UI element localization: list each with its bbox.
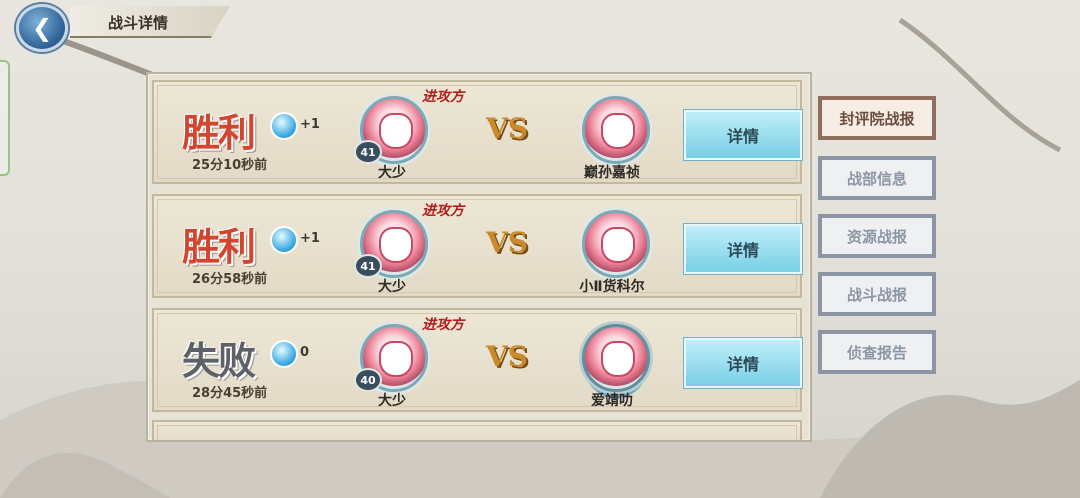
vs-label: VS — [486, 112, 528, 145]
top-bar: ❮ 战斗详情 — [0, 0, 240, 52]
attacker-level: 41 — [354, 254, 382, 278]
gem-change: +1 — [300, 231, 320, 246]
gem-icon — [270, 340, 298, 368]
vs-label: VS — [486, 226, 528, 259]
attacker-label: 进攻方 — [422, 317, 464, 333]
side-tab-warband-info[interactable]: 战部信息 — [818, 156, 936, 200]
battle-list-panel[interactable]: 胜利 +1 25分10秒前 进攻方 41 VS 大少 巅孙嘉祯 详情 胜利 +1… — [146, 72, 812, 442]
battle-row: 失败 0 28分45秒前 进攻方 40 VS 大少 爱靖叻 详情 — [152, 308, 802, 412]
battle-row: 胜利 +1 26分58秒前 进攻方 41 VS 大少 小Ⅱ货科尔 详情 — [152, 194, 802, 298]
page-title: 战斗详情 — [108, 14, 169, 32]
side-tab-scout-report[interactable]: 侦查报告 — [818, 330, 936, 374]
defender-name: 巅孙嘉祯 — [584, 165, 640, 181]
defender-avatar[interactable] — [582, 96, 650, 164]
battle-time: 28分45秒前 — [192, 386, 268, 401]
attacker-name: 大少 — [378, 279, 406, 295]
battle-result: 失败 — [182, 338, 256, 383]
detail-button[interactable]: 详情 — [684, 110, 802, 160]
gem-icon — [270, 112, 298, 140]
attacker-label: 进攻方 — [422, 89, 464, 105]
attacker-name: 大少 — [378, 393, 406, 409]
attacker-level: 41 — [354, 140, 382, 164]
battle-result: 胜利 — [182, 224, 256, 269]
attacker-level: 40 — [354, 368, 382, 392]
defender-avatar[interactable] — [582, 210, 650, 278]
detail-button[interactable]: 详情 — [684, 224, 802, 274]
battle-row: 胜利 +1 25分10秒前 进攻方 41 VS 大少 巅孙嘉祯 详情 — [152, 80, 802, 184]
battle-time: 26分58秒前 — [192, 272, 268, 287]
side-tab-fengping-report[interactable]: 封评院战报 — [818, 96, 936, 140]
vs-label: VS — [486, 340, 528, 373]
battle-result: 胜利 — [182, 110, 256, 155]
side-tab-battle-report[interactable]: 战斗战报 — [818, 272, 936, 316]
left-edge-tab[interactable] — [0, 60, 10, 176]
battle-row — [152, 420, 802, 440]
defender-name: 小Ⅱ货科尔 — [579, 279, 645, 295]
attacker-name: 大少 — [378, 165, 406, 181]
back-button[interactable]: ❮ — [16, 4, 68, 52]
side-tab-resource-report[interactable]: 资源战报 — [818, 214, 936, 258]
back-arrow-icon: ❮ — [31, 14, 53, 42]
gem-icon — [270, 226, 298, 254]
detail-button[interactable]: 详情 — [684, 338, 802, 388]
gem-change: +1 — [300, 117, 320, 132]
attacker-label: 进攻方 — [422, 203, 464, 219]
defender-name: 爱靖叻 — [591, 393, 633, 409]
defender-avatar[interactable] — [582, 324, 650, 392]
battle-time: 25分10秒前 — [192, 158, 268, 173]
gem-change: 0 — [300, 345, 310, 360]
